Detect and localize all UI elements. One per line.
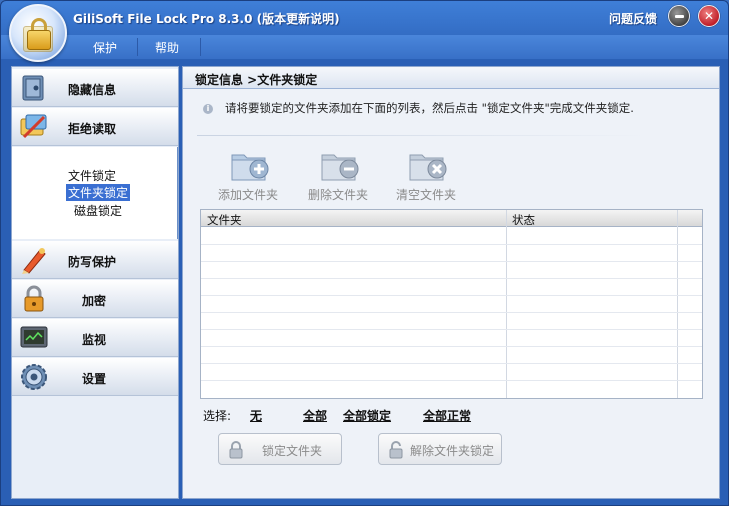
info-icon: i: [203, 104, 213, 114]
sidebar-item-write-protect[interactable]: 防写保护: [12, 241, 178, 279]
close-button[interactable]: ✕: [698, 5, 720, 27]
sidebar-item-label: 设置: [82, 372, 107, 386]
unlock-folder-button[interactable]: 解除文件夹锁定: [378, 433, 502, 465]
table-row: [201, 329, 702, 330]
select-none-link[interactable]: 无: [250, 407, 262, 424]
monitor-icon: [20, 326, 48, 348]
close-icon: ✕: [703, 9, 715, 23]
delete-folder-icon: [321, 154, 359, 181]
hidden-safe-icon: [22, 75, 44, 101]
sidebar-item-monitor[interactable]: 监视: [12, 319, 178, 357]
sidebar-item-label: 拒绝读取: [68, 122, 117, 136]
minimize-button[interactable]: [668, 5, 690, 27]
table-row: [201, 363, 702, 364]
main-panel: 锁定信息 >文件夹锁定 i 请将要锁定的文件夹添加在下面的列表，然后点击 "锁定…: [182, 66, 720, 499]
breadcrumb: 锁定信息 >文件夹锁定: [195, 73, 318, 87]
table-row: [201, 261, 702, 262]
write-protect-pen-icon: [22, 248, 46, 274]
selection-label: 选择:: [203, 409, 232, 423]
sidebar-item-label: 防写保护: [68, 255, 117, 269]
select-all-locked-link[interactable]: 全部锁定: [343, 407, 391, 424]
table-row: [201, 278, 702, 279]
column-divider: [677, 210, 678, 398]
menu-help[interactable]: 帮助: [151, 39, 183, 56]
select-all-normal-link[interactable]: 全部正常: [423, 407, 471, 424]
info-text: 请将要锁定的文件夹添加在下面的列表，然后点击 "锁定文件夹"完成文件夹锁定.: [225, 101, 634, 115]
sidebar-item-deny-read[interactable]: 拒绝读取: [12, 108, 178, 146]
column-header-folder[interactable]: 文件夹: [207, 212, 242, 228]
deny-read-icon: [20, 114, 47, 139]
table-row: [201, 295, 702, 296]
lock-folder-button[interactable]: 锁定文件夹: [218, 433, 342, 465]
clear-folders-button[interactable]: 清空文件夹: [386, 149, 466, 202]
divider: [197, 135, 647, 136]
menu-protect[interactable]: 保护: [89, 39, 121, 56]
encrypt-lock-icon: [24, 285, 44, 312]
main-header: 锁定信息 >文件夹锁定: [183, 67, 719, 89]
column-divider: [506, 210, 507, 398]
sidebar: 隐藏信息 拒绝读取 文件锁定 文件夹锁定 磁盘锁定 防写保护 加密 监视 设置: [11, 66, 179, 499]
add-folder-label: 添加文件夹: [217, 188, 278, 202]
sidebar-item-label: 隐藏信息: [68, 83, 117, 97]
app-logo-icon: [9, 4, 67, 62]
clear-folder-label: 清空文件夹: [395, 188, 456, 202]
submenu-folder-lock[interactable]: 文件夹锁定: [66, 184, 131, 201]
menu-bar: 保护 帮助: [1, 35, 728, 59]
window-title: GiliSoft File Lock Pro 8.3.0 (版本更新说明): [73, 12, 340, 26]
title-bar: GiliSoft File Lock Pro 8.3.0 (版本更新说明) 问题…: [1, 1, 728, 62]
sidebar-item-hidden[interactable]: 隐藏信息: [12, 69, 178, 107]
app-window: GiliSoft File Lock Pro 8.3.0 (版本更新说明) 问题…: [0, 0, 729, 506]
submenu-file-lock[interactable]: 文件锁定: [68, 167, 116, 184]
table-row: [201, 244, 702, 245]
table-header: 文件夹 状态: [201, 210, 702, 227]
column-header-status[interactable]: 状态: [512, 212, 535, 228]
add-folder-icon: [231, 154, 269, 181]
menu-separator: [200, 38, 201, 56]
sidebar-item-settings[interactable]: 设置: [12, 358, 178, 396]
menu-separator: [137, 38, 138, 56]
table-row: [201, 380, 702, 381]
table-row: [201, 346, 702, 347]
clear-folder-icon: [409, 154, 447, 181]
delete-folder-button[interactable]: 删除文件夹: [298, 149, 378, 202]
feedback-link[interactable]: 问题反馈: [609, 10, 657, 27]
selection-bar: 选择: 无 全部 全部锁定 全部正常: [203, 407, 603, 423]
add-folder-button[interactable]: 添加文件夹: [208, 149, 288, 202]
sidebar-item-label: 监视: [82, 333, 107, 347]
submenu-disk-lock[interactable]: 磁盘锁定: [74, 202, 122, 219]
sidebar-item-label: 加密: [82, 294, 107, 308]
delete-folder-label: 删除文件夹: [307, 188, 368, 202]
unlock-folder-label: 解除文件夹锁定: [409, 444, 494, 458]
select-all-link[interactable]: 全部: [303, 407, 327, 424]
settings-gear-icon: [21, 364, 47, 390]
sidebar-item-encrypt[interactable]: 加密: [12, 280, 178, 318]
lock-folder-label: 锁定文件夹: [261, 444, 322, 458]
folder-table[interactable]: 文件夹 状态: [200, 209, 703, 399]
minimize-icon: [674, 14, 684, 18]
sidebar-submenu: 文件锁定 文件夹锁定 磁盘锁定: [12, 147, 178, 239]
table-row: [201, 312, 702, 313]
